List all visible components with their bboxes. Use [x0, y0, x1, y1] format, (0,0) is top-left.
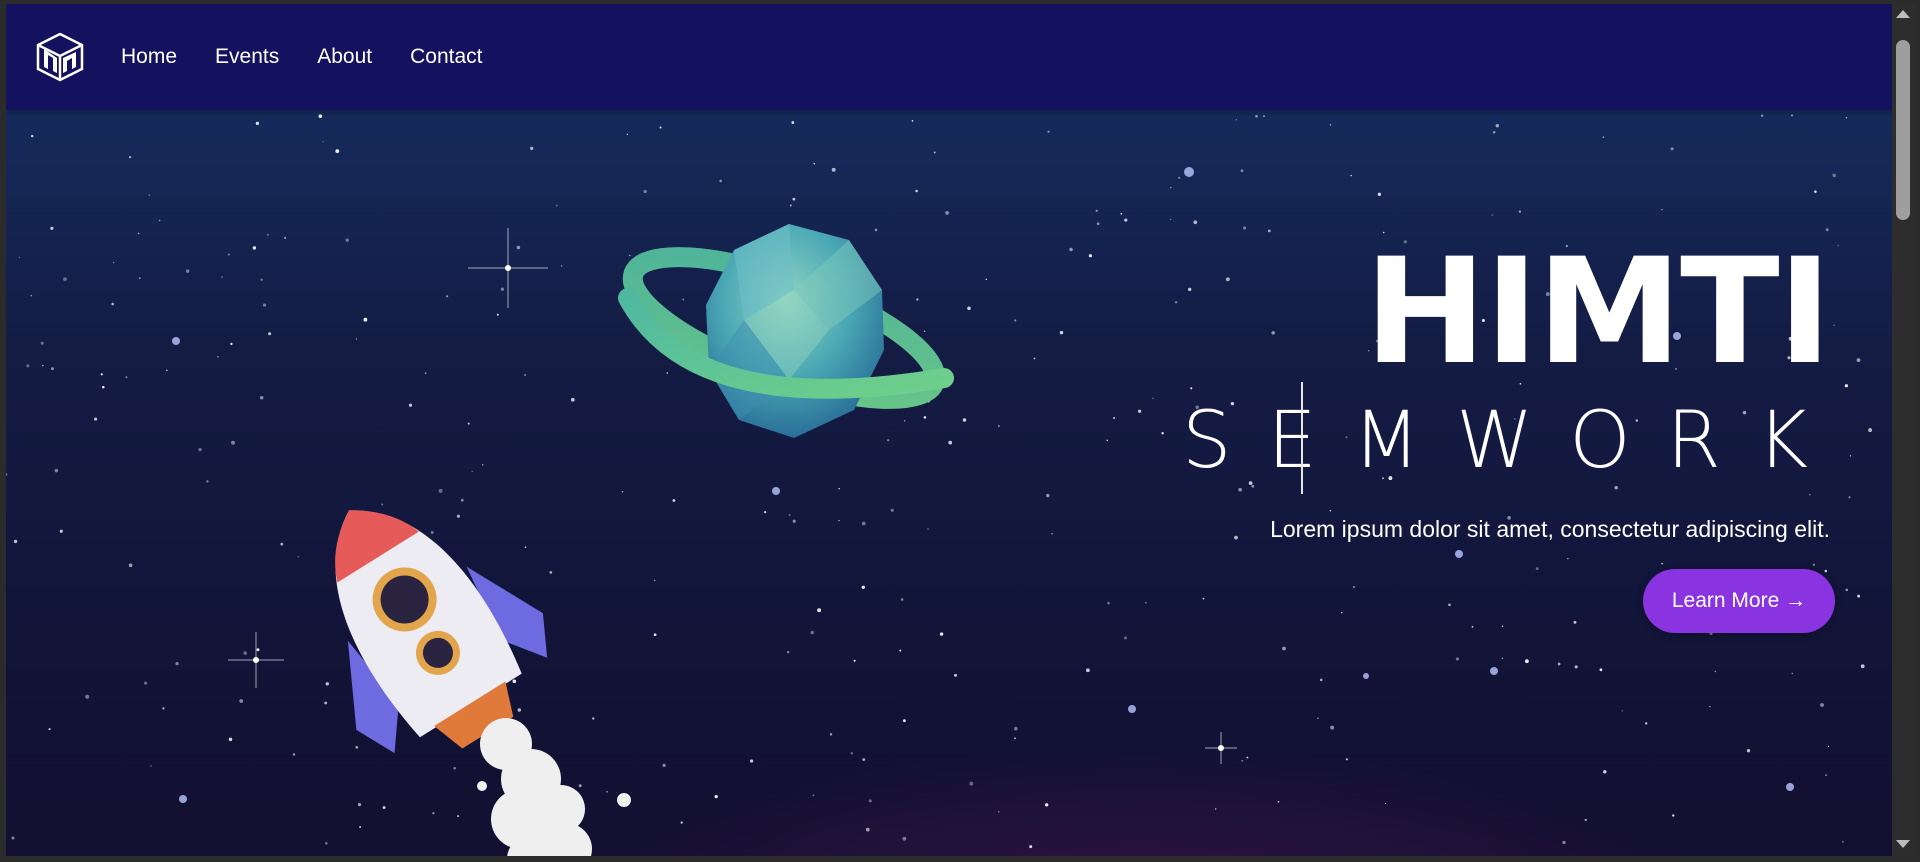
vertical-scrollbar[interactable]	[1892, 4, 1916, 856]
page-viewport: Home Events About Contact HIMTI SEMWORK …	[6, 4, 1892, 856]
rocket-illustration	[335, 510, 631, 856]
nav-about-link[interactable]: About	[317, 44, 372, 70]
himti-cube-logo-icon[interactable]	[34, 31, 86, 83]
scrollbar-thumb[interactable]	[1896, 40, 1910, 220]
nav-home-link[interactable]: Home	[121, 44, 177, 70]
typing-caret	[1301, 382, 1303, 494]
scroll-down-arrow-icon[interactable]	[1896, 840, 1910, 848]
hero-description: Lorem ipsum dolor sit amet, consectetur …	[1270, 516, 1830, 542]
scroll-up-arrow-icon[interactable]	[1896, 10, 1910, 18]
planet-illustration	[618, 224, 954, 438]
nav-contact-link[interactable]: Contact	[410, 44, 482, 70]
browser-window: Home Events About Contact HIMTI SEMWORK …	[0, 0, 1920, 862]
hero-title: HIMTI	[1364, 227, 1832, 397]
nav-links: Home Events About Contact	[121, 44, 521, 70]
top-navbar: Home Events About Contact	[6, 4, 1892, 110]
learn-more-button[interactable]: Learn More →	[1643, 569, 1835, 633]
nav-events-link[interactable]: Events	[215, 44, 279, 70]
hero-subtitle: SEMWORK	[1182, 396, 1844, 486]
